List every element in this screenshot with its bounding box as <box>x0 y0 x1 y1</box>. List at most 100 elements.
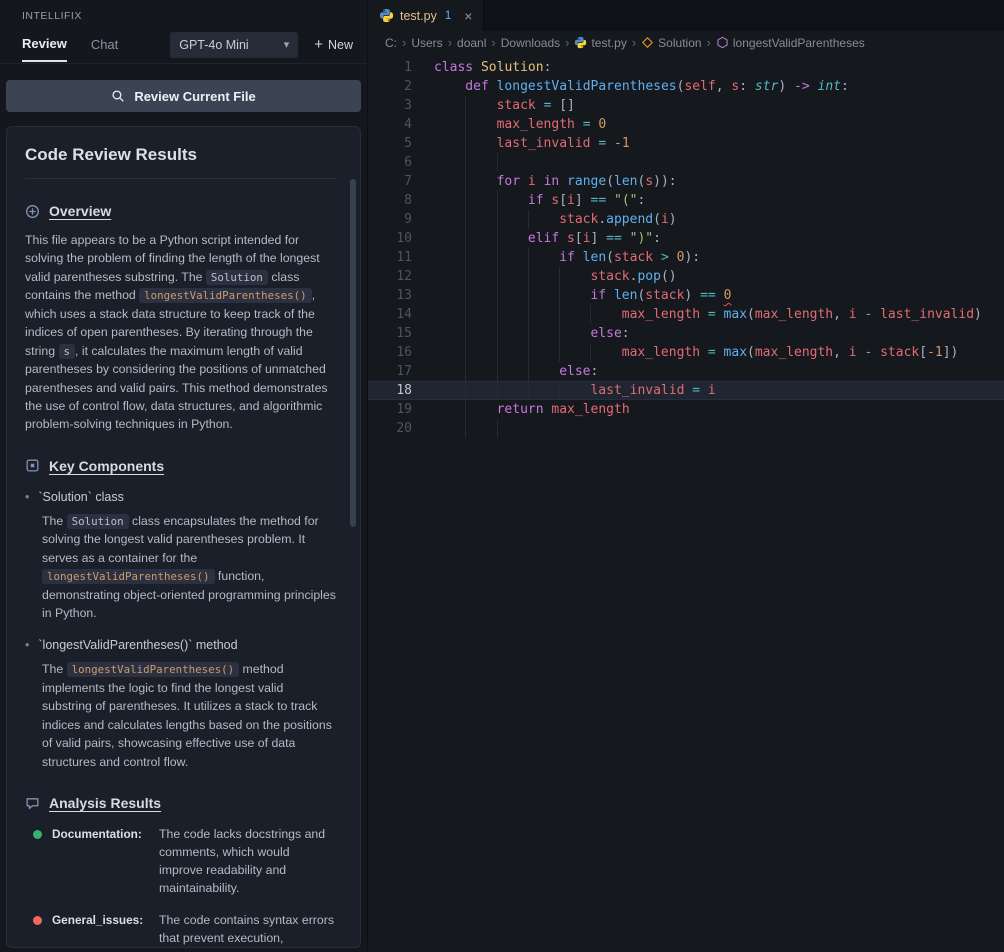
breadcrumb: C: › Users › doanl › Downloads › test.py › Solut… <box>368 31 1004 54</box>
tab-review[interactable]: Review <box>22 36 67 62</box>
code-line[interactable]: 13 if len(stack) == 0 <box>368 286 1004 305</box>
code-line[interactable]: 18 last_invalid = i <box>368 381 1004 400</box>
indent-guide <box>559 267 590 286</box>
code-review-results-card: Code Review Results Overview This file a… <box>6 126 361 948</box>
intellifix-panel: INTELLIFIX Review Chat GPT-4o Mini ▾ + N… <box>0 0 368 952</box>
indent-guide <box>528 267 559 286</box>
code-line[interactable]: 7 for i in range(len(s)): <box>368 172 1004 191</box>
scrollbar-thumb[interactable] <box>350 179 356 527</box>
code-line[interactable]: 20 <box>368 419 1004 438</box>
indent-guide <box>528 343 559 362</box>
inline-code: longestValidParentheses() <box>139 288 312 304</box>
code-line[interactable]: 12 stack.pop() <box>368 267 1004 286</box>
new-chat-button[interactable]: + New <box>314 37 353 52</box>
line-number: 2 <box>404 79 412 94</box>
code-line-text: last_invalid = -1 <box>434 134 630 153</box>
indent-guide <box>465 96 496 115</box>
line-number: 3 <box>404 98 412 113</box>
analysis-text: The code lacks docstrings and comments, … <box>159 827 326 895</box>
code-line[interactable]: 4 max_length = 0 <box>368 115 1004 134</box>
code-line[interactable]: 16 max_length = max(max_length, i - stack… <box>368 343 1004 362</box>
tab-chat[interactable]: Chat <box>91 37 118 61</box>
indent-guide <box>528 305 559 324</box>
line-number: 17 <box>396 364 412 379</box>
editor-tab-testpy[interactable]: test.py 1 × <box>368 0 485 31</box>
indent-guide <box>465 248 496 267</box>
breadcrumb-item[interactable]: C: <box>385 36 397 50</box>
indent-guide <box>434 77 465 96</box>
code-line[interactable]: 9 stack.append(i) <box>368 210 1004 229</box>
code-line[interactable]: 11 if len(stack > 0): <box>368 248 1004 267</box>
analysis-heading-row: Analysis Results <box>25 795 336 811</box>
indent-guide <box>590 305 621 324</box>
inline-code: longestValidParentheses() <box>66 662 240 678</box>
breadcrumb-label: Users <box>411 35 443 50</box>
code-line-text: stack = [] <box>434 96 575 115</box>
code-editor[interactable]: 1 class Solution: 2 def longestValidParenth… <box>368 54 1004 952</box>
key-component-item: • `longestValidParentheses()` method The l… <box>25 638 336 771</box>
analysis-item: General_issues: The code contains syntax … <box>25 912 336 947</box>
indent-guide <box>497 267 528 286</box>
chevron-right-icon: › <box>706 35 711 50</box>
indent-guide <box>465 400 496 419</box>
indent-guide <box>465 381 496 400</box>
line-number: 8 <box>404 193 412 208</box>
line-number: 5 <box>404 136 412 151</box>
indent-guide <box>465 267 496 286</box>
breadcrumb-item[interactable]: Solution <box>641 35 702 50</box>
indent-guide <box>434 400 465 419</box>
code-line[interactable]: 19 return max_length <box>368 400 1004 419</box>
code-line[interactable]: 17 else: <box>368 362 1004 381</box>
analysis-item: Documentation: The code lacks docstrings … <box>25 826 336 897</box>
indent-guide <box>497 362 528 381</box>
indent-guide <box>465 210 496 229</box>
close-tab-icon[interactable]: × <box>464 9 472 23</box>
panel-title: INTELLIFIX <box>22 10 82 22</box>
breadcrumb-label: Solution <box>658 35 702 50</box>
analysis-list: Documentation: The code lacks docstrings … <box>25 826 336 947</box>
code-line[interactable]: 14 max_length = max(max_length, i - last_… <box>368 305 1004 324</box>
indent-guide <box>497 248 528 267</box>
overview-body: This file appears to be a Python script … <box>25 233 328 432</box>
indent-guide <box>559 381 590 400</box>
key-component-item: • `Solution` class The Solution class enca… <box>25 490 336 623</box>
breadcrumb-item[interactable]: doanl <box>457 36 486 50</box>
breadcrumb-item[interactable]: Downloads <box>501 36 560 50</box>
code-line-text: else: <box>434 362 598 381</box>
indent-guide <box>434 153 465 172</box>
indent-guide <box>465 172 496 191</box>
indent-guide <box>434 248 465 267</box>
review-current-file-button[interactable]: Review Current File <box>6 80 361 112</box>
status-dot-icon <box>33 830 42 840</box>
code-line-text: stack.append(i) <box>434 210 676 229</box>
chevron-right-icon: › <box>565 35 570 50</box>
model-select[interactable]: GPT-4o Mini ▾ <box>170 31 299 58</box>
code-line[interactable]: 6 <box>368 153 1004 172</box>
code-line[interactable]: 8 if s[i] == "(": <box>368 191 1004 210</box>
line-number: 18 <box>396 383 412 398</box>
indent-guide <box>497 286 528 305</box>
code-line[interactable]: 3 stack = [] <box>368 96 1004 115</box>
line-number: 16 <box>396 345 412 360</box>
code-line[interactable]: 2 def longestValidParentheses(self, s: st… <box>368 77 1004 96</box>
chevron-down-icon: ▾ <box>283 39 290 51</box>
code-line[interactable]: 15 else: <box>368 324 1004 343</box>
code-line-text: stack.pop() <box>434 267 676 286</box>
indent-guide <box>465 153 496 172</box>
line-number: 10 <box>396 231 412 246</box>
code-line[interactable]: 5 last_invalid = -1 <box>368 134 1004 153</box>
breadcrumb-item[interactable]: Users <box>411 36 442 50</box>
indent-guide <box>497 210 528 229</box>
code-line-text: def longestValidParentheses(self, s: str… <box>434 77 849 96</box>
indent-guide <box>528 381 559 400</box>
results-title: Code Review Results <box>25 145 336 179</box>
line-number: 15 <box>396 326 412 341</box>
breadcrumb-item[interactable]: longestValidParentheses <box>716 36 865 50</box>
code-line[interactable]: 1 class Solution: <box>368 58 1004 77</box>
indent-guide <box>434 381 465 400</box>
breadcrumb-item[interactable]: test.py <box>574 36 627 50</box>
indent-guide <box>434 115 465 134</box>
indent-guide <box>465 343 496 362</box>
problem-count-badge: 1 <box>444 9 452 22</box>
code-line[interactable]: 10 elif s[i] == ")": <box>368 229 1004 248</box>
